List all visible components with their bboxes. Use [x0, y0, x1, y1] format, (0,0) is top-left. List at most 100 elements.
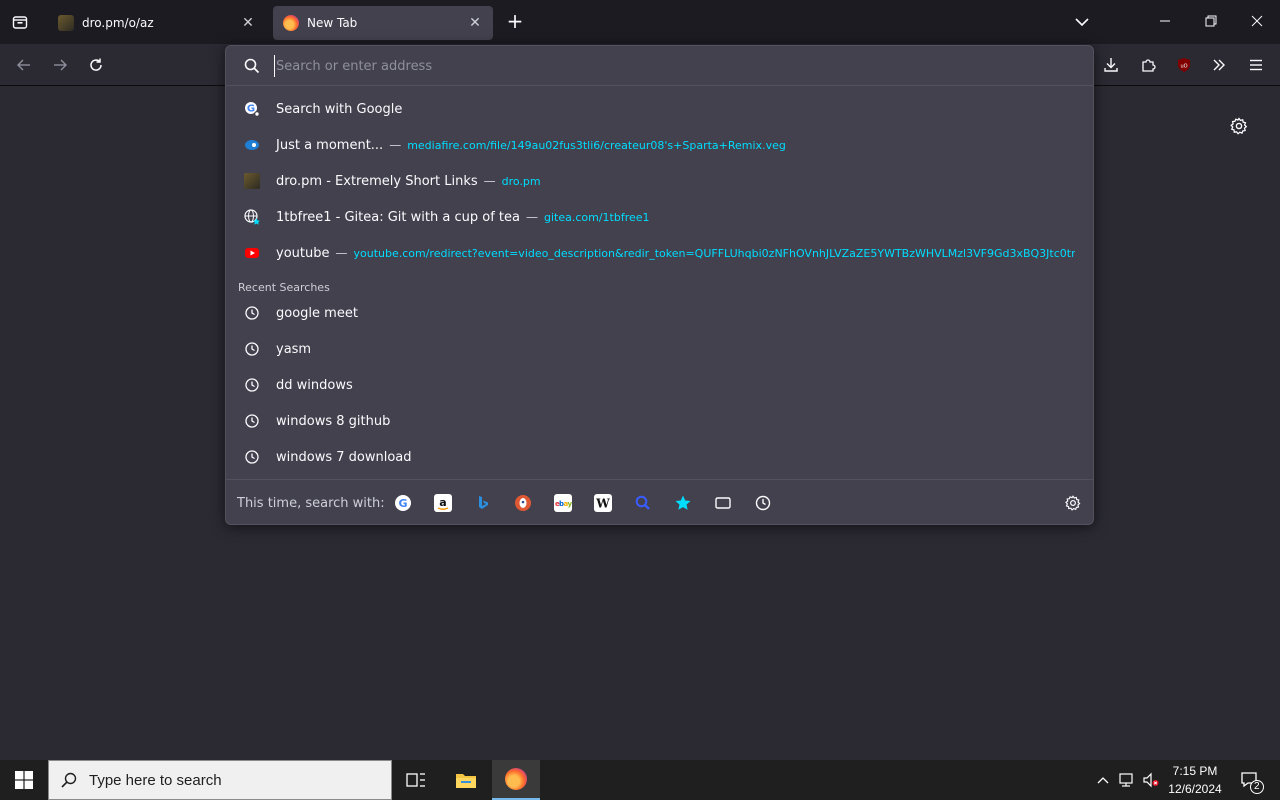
recent-search-text: windows 7 download [276, 449, 412, 465]
result-title: 1tbfree1 - Gitea: Git with a cup of tea [276, 209, 520, 225]
bing-engine-icon[interactable] [474, 494, 492, 512]
result-row[interactable]: youtube — youtube.com/redirect?event=vid… [234, 236, 1085, 270]
close-icon[interactable]: ✕ [467, 15, 483, 31]
recent-search-text: yasm [276, 341, 312, 357]
svg-text:y: y [568, 500, 573, 508]
svg-text:G: G [398, 497, 407, 510]
dropm-icon [58, 15, 74, 31]
google-engine-icon[interactable]: G [394, 494, 412, 512]
taskbar-search-box[interactable]: Type here to search [48, 760, 392, 800]
recent-search-text: windows 8 github [276, 413, 391, 429]
reload-button[interactable] [84, 53, 108, 77]
task-view-button[interactable] [392, 760, 440, 800]
recent-searches-heading: Recent Searches [238, 281, 330, 294]
network-button[interactable] [1116, 760, 1138, 800]
recent-search-row[interactable]: dd windows [234, 368, 1085, 402]
list-all-tabs-button[interactable] [1072, 12, 1092, 32]
history-icon[interactable] [754, 494, 772, 512]
one-off-label: This time, search with: [237, 496, 385, 511]
recent-search-row[interactable]: yasm [234, 332, 1085, 366]
puzzle-icon [1142, 59, 1156, 72]
youtube-icon [244, 245, 260, 261]
app-menu-button[interactable] [1244, 53, 1268, 77]
result-separator: — [335, 246, 348, 260]
restore-button[interactable] [1200, 10, 1222, 32]
notification-count: 2 [1250, 780, 1264, 794]
result-title: Just a moment... [276, 137, 384, 153]
minimize-button[interactable] [1154, 10, 1176, 32]
firefox-view-icon [12, 16, 28, 29]
tab-strip: dro.pm/o/az ✕ New Tab ✕ + [0, 0, 1280, 44]
result-row[interactable]: dro.pm - Extremely Short Links — dro.pm [234, 164, 1085, 198]
recent-search-text: dd windows [276, 377, 353, 393]
new-tab-button[interactable]: + [504, 11, 526, 33]
ublock-icon: uO [1178, 58, 1190, 72]
arrow-left-icon [17, 59, 30, 71]
recent-search-text: google meet [276, 305, 358, 321]
history-icon [244, 413, 260, 429]
back-button[interactable] [12, 53, 36, 77]
firefox-icon [283, 15, 299, 31]
result-title: Search with Google [276, 101, 403, 117]
bookmarks-icon[interactable] [674, 494, 692, 512]
result-row[interactable]: Just a moment... — mediafire.com/file/14… [234, 128, 1085, 162]
clock-date: 12/6/2024 [1168, 782, 1222, 796]
amazon-engine-icon[interactable]: a [434, 494, 452, 512]
history-icon [244, 341, 260, 357]
gear-icon [1230, 117, 1248, 135]
google-search-icon: G [244, 101, 260, 117]
tab-new-tab[interactable]: New Tab ✕ [273, 6, 493, 40]
svg-text:a: a [439, 496, 446, 509]
page-settings-button[interactable] [1229, 116, 1249, 136]
volume-muted-icon [1143, 772, 1159, 788]
ublock-origin-button[interactable]: uO [1172, 53, 1196, 77]
search-icon [243, 57, 261, 75]
recent-search-row[interactable]: windows 8 github [234, 404, 1085, 438]
file-explorer-button[interactable] [442, 760, 490, 800]
result-url: mediafire.com/file/149au02fus3tli6/creat… [407, 138, 786, 152]
gear-icon [1065, 495, 1081, 511]
windows-logo-icon [15, 771, 33, 789]
close-icon[interactable]: ✕ [240, 15, 256, 31]
wikipedia-engine-icon[interactable]: W [594, 494, 612, 512]
result-row[interactable]: G Search with Google [234, 92, 1085, 126]
arrow-right-icon [54, 59, 67, 71]
task-view-icon [406, 773, 425, 787]
dropm-icon [244, 173, 260, 189]
address-input[interactable] [274, 55, 1054, 77]
volume-button[interactable] [1140, 760, 1162, 800]
duckduckgo-engine-icon[interactable] [514, 494, 532, 512]
tabs-icon[interactable] [714, 494, 732, 512]
start-button[interactable] [0, 760, 48, 800]
show-hidden-icons-button[interactable] [1094, 760, 1112, 800]
svg-text:G: G [247, 104, 255, 115]
forward-button[interactable] [48, 53, 72, 77]
hamburger-menu-icon [1250, 59, 1262, 71]
search-settings-button[interactable] [1064, 494, 1082, 512]
mediafire-icon [244, 137, 260, 153]
taskbar-search-placeholder: Type here to search [89, 771, 222, 789]
windows-taskbar: Type here to search 7:15 PM 12/6/2024 2 [0, 760, 1280, 800]
result-title: dro.pm - Extremely Short Links [276, 173, 478, 189]
tab-title: dro.pm/o/az [82, 16, 154, 30]
one-off-search-bar: This time, search with: G a ebay W [226, 479, 1093, 525]
recent-search-row[interactable]: google meet [234, 296, 1085, 330]
chevron-down-icon [1075, 18, 1089, 27]
overflow-menu-button[interactable] [1207, 53, 1231, 77]
firefox-view-button[interactable] [8, 10, 32, 34]
recent-search-row[interactable]: windows 7 download [234, 440, 1085, 474]
search-engine-icon[interactable] [634, 494, 652, 512]
extensions-button[interactable] [1136, 53, 1160, 77]
result-separator: — [483, 174, 496, 188]
svg-text:uO: uO [1180, 64, 1187, 70]
reload-icon [90, 58, 102, 71]
clock[interactable]: 7:15 PM 12/6/2024 [1162, 762, 1228, 798]
close-window-button[interactable] [1246, 10, 1268, 32]
tab-dropm[interactable]: dro.pm/o/az ✕ [48, 6, 266, 40]
result-row[interactable]: 1tbfree1 - Gitea: Git with a cup of tea … [234, 200, 1085, 234]
action-center-button[interactable]: 2 [1234, 760, 1266, 800]
ebay-engine-icon[interactable]: ebay [554, 494, 572, 512]
downloads-button[interactable] [1099, 53, 1123, 77]
result-separator: — [389, 138, 402, 152]
firefox-taskbar-button[interactable] [492, 760, 540, 800]
